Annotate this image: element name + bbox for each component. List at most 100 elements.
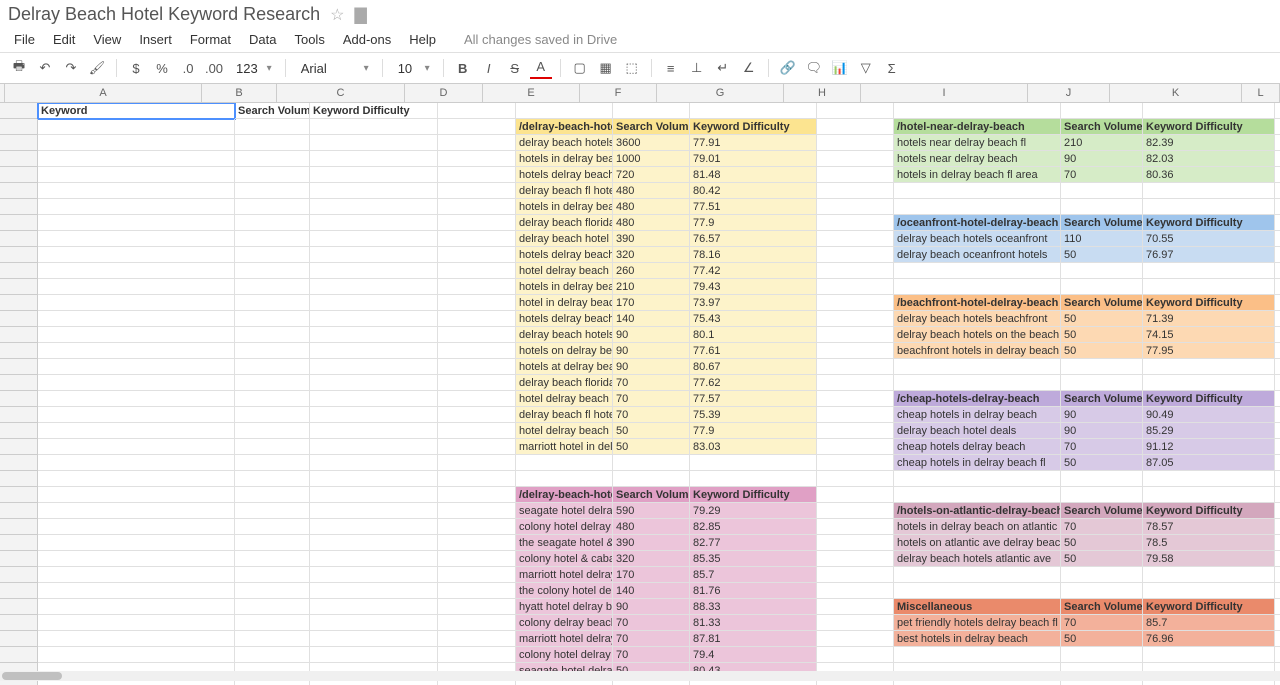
cell[interactable]: 260: [613, 263, 690, 279]
cell[interactable]: colony hotel delray be: [516, 519, 613, 535]
cell[interactable]: hotels delray beach fl: [516, 247, 613, 263]
cell[interactable]: Search Volume: [1061, 391, 1143, 407]
cell[interactable]: [310, 167, 438, 183]
cell[interactable]: [38, 247, 235, 263]
cell[interactable]: [1061, 199, 1143, 215]
cell[interactable]: 170: [613, 295, 690, 311]
text-color-icon[interactable]: A: [530, 57, 552, 79]
cell[interactable]: [38, 279, 235, 295]
bold-icon[interactable]: B: [452, 57, 474, 79]
cell[interactable]: 1000: [613, 151, 690, 167]
cell[interactable]: [438, 247, 516, 263]
cell[interactable]: [235, 471, 310, 487]
cell[interactable]: [817, 279, 894, 295]
cell[interactable]: [1275, 631, 1280, 647]
cell[interactable]: [438, 631, 516, 647]
cell[interactable]: [1275, 183, 1280, 199]
row-header[interactable]: [0, 375, 38, 391]
cell[interactable]: [1275, 215, 1280, 231]
cell[interactable]: hotels in delray beach: [516, 279, 613, 295]
cell[interactable]: [38, 535, 235, 551]
cell[interactable]: delray beach fl hotels: [516, 183, 613, 199]
cell[interactable]: [235, 231, 310, 247]
cell[interactable]: [817, 375, 894, 391]
number-format-select[interactable]: 123: [229, 58, 277, 79]
cell[interactable]: [310, 183, 438, 199]
cell[interactable]: 87.81: [690, 631, 817, 647]
cell[interactable]: hotels at delray beach: [516, 359, 613, 375]
cell[interactable]: [1275, 295, 1280, 311]
menu-addons[interactable]: Add-ons: [335, 29, 399, 50]
star-icon[interactable]: ☆: [330, 5, 344, 25]
cell[interactable]: [1275, 199, 1280, 215]
cell[interactable]: [817, 343, 894, 359]
cell[interactable]: [310, 199, 438, 215]
row-header[interactable]: [0, 343, 38, 359]
cell[interactable]: [438, 103, 516, 119]
cell[interactable]: 90: [1061, 151, 1143, 167]
cell[interactable]: 70: [613, 631, 690, 647]
cell[interactable]: [310, 231, 438, 247]
cell[interactable]: [817, 263, 894, 279]
cell[interactable]: beachfront hotels in delray beach flori: [894, 343, 1061, 359]
cell[interactable]: [310, 311, 438, 327]
cell[interactable]: marriott hotel delray b: [516, 631, 613, 647]
cell[interactable]: [438, 327, 516, 343]
cell[interactable]: hyatt hotel delray bea: [516, 599, 613, 615]
cell[interactable]: [38, 631, 235, 647]
cell[interactable]: [1143, 263, 1275, 279]
cell[interactable]: hotels delray beach fl: [516, 311, 613, 327]
cell[interactable]: [1143, 199, 1275, 215]
cell[interactable]: [38, 423, 235, 439]
cell[interactable]: [235, 247, 310, 263]
cell[interactable]: [235, 135, 310, 151]
cell[interactable]: [38, 263, 235, 279]
cell[interactable]: 70: [613, 647, 690, 663]
col-header-G[interactable]: G: [657, 84, 784, 102]
cell[interactable]: 50: [613, 423, 690, 439]
cell[interactable]: 70: [1061, 167, 1143, 183]
cell[interactable]: [1143, 375, 1275, 391]
row-header[interactable]: [0, 551, 38, 567]
link-icon[interactable]: 🔗: [777, 57, 799, 79]
cell[interactable]: [1275, 119, 1280, 135]
cell[interactable]: [38, 647, 235, 663]
menu-view[interactable]: View: [85, 29, 129, 50]
row-header[interactable]: [0, 567, 38, 583]
cell[interactable]: [310, 487, 438, 503]
cell[interactable]: [235, 391, 310, 407]
cell[interactable]: 70: [613, 375, 690, 391]
cell[interactable]: 82.77: [690, 535, 817, 551]
cell[interactable]: [1275, 391, 1280, 407]
cell[interactable]: [1275, 551, 1280, 567]
cell[interactable]: [235, 567, 310, 583]
cell[interactable]: hotels in delray beach: [516, 199, 613, 215]
cell[interactable]: [894, 359, 1061, 375]
cell[interactable]: [310, 359, 438, 375]
cell[interactable]: [438, 263, 516, 279]
row-header[interactable]: [0, 535, 38, 551]
cell[interactable]: Search Volume: [1061, 599, 1143, 615]
cell[interactable]: [235, 407, 310, 423]
cell[interactable]: [1275, 247, 1280, 263]
cell[interactable]: [1275, 135, 1280, 151]
cell[interactable]: [1275, 503, 1280, 519]
cell[interactable]: [690, 455, 817, 471]
cell[interactable]: [235, 359, 310, 375]
row-header[interactable]: [0, 135, 38, 151]
cell[interactable]: [310, 343, 438, 359]
cell[interactable]: /delray-beach-hotels: [516, 119, 613, 135]
row-header[interactable]: [0, 247, 38, 263]
cell[interactable]: delray beach fl hotel: [516, 407, 613, 423]
menu-data[interactable]: Data: [241, 29, 284, 50]
cell[interactable]: [235, 263, 310, 279]
fill-color-icon[interactable]: ▢: [569, 57, 591, 79]
cell[interactable]: Keyword Difficulty: [1143, 391, 1275, 407]
cell[interactable]: [438, 487, 516, 503]
cell[interactable]: Keyword Difficulty: [1143, 295, 1275, 311]
cell[interactable]: [1143, 487, 1275, 503]
cell[interactable]: cheap hotels in delray beach fl: [894, 455, 1061, 471]
row-header[interactable]: [0, 503, 38, 519]
cell[interactable]: [310, 391, 438, 407]
cell[interactable]: [310, 599, 438, 615]
